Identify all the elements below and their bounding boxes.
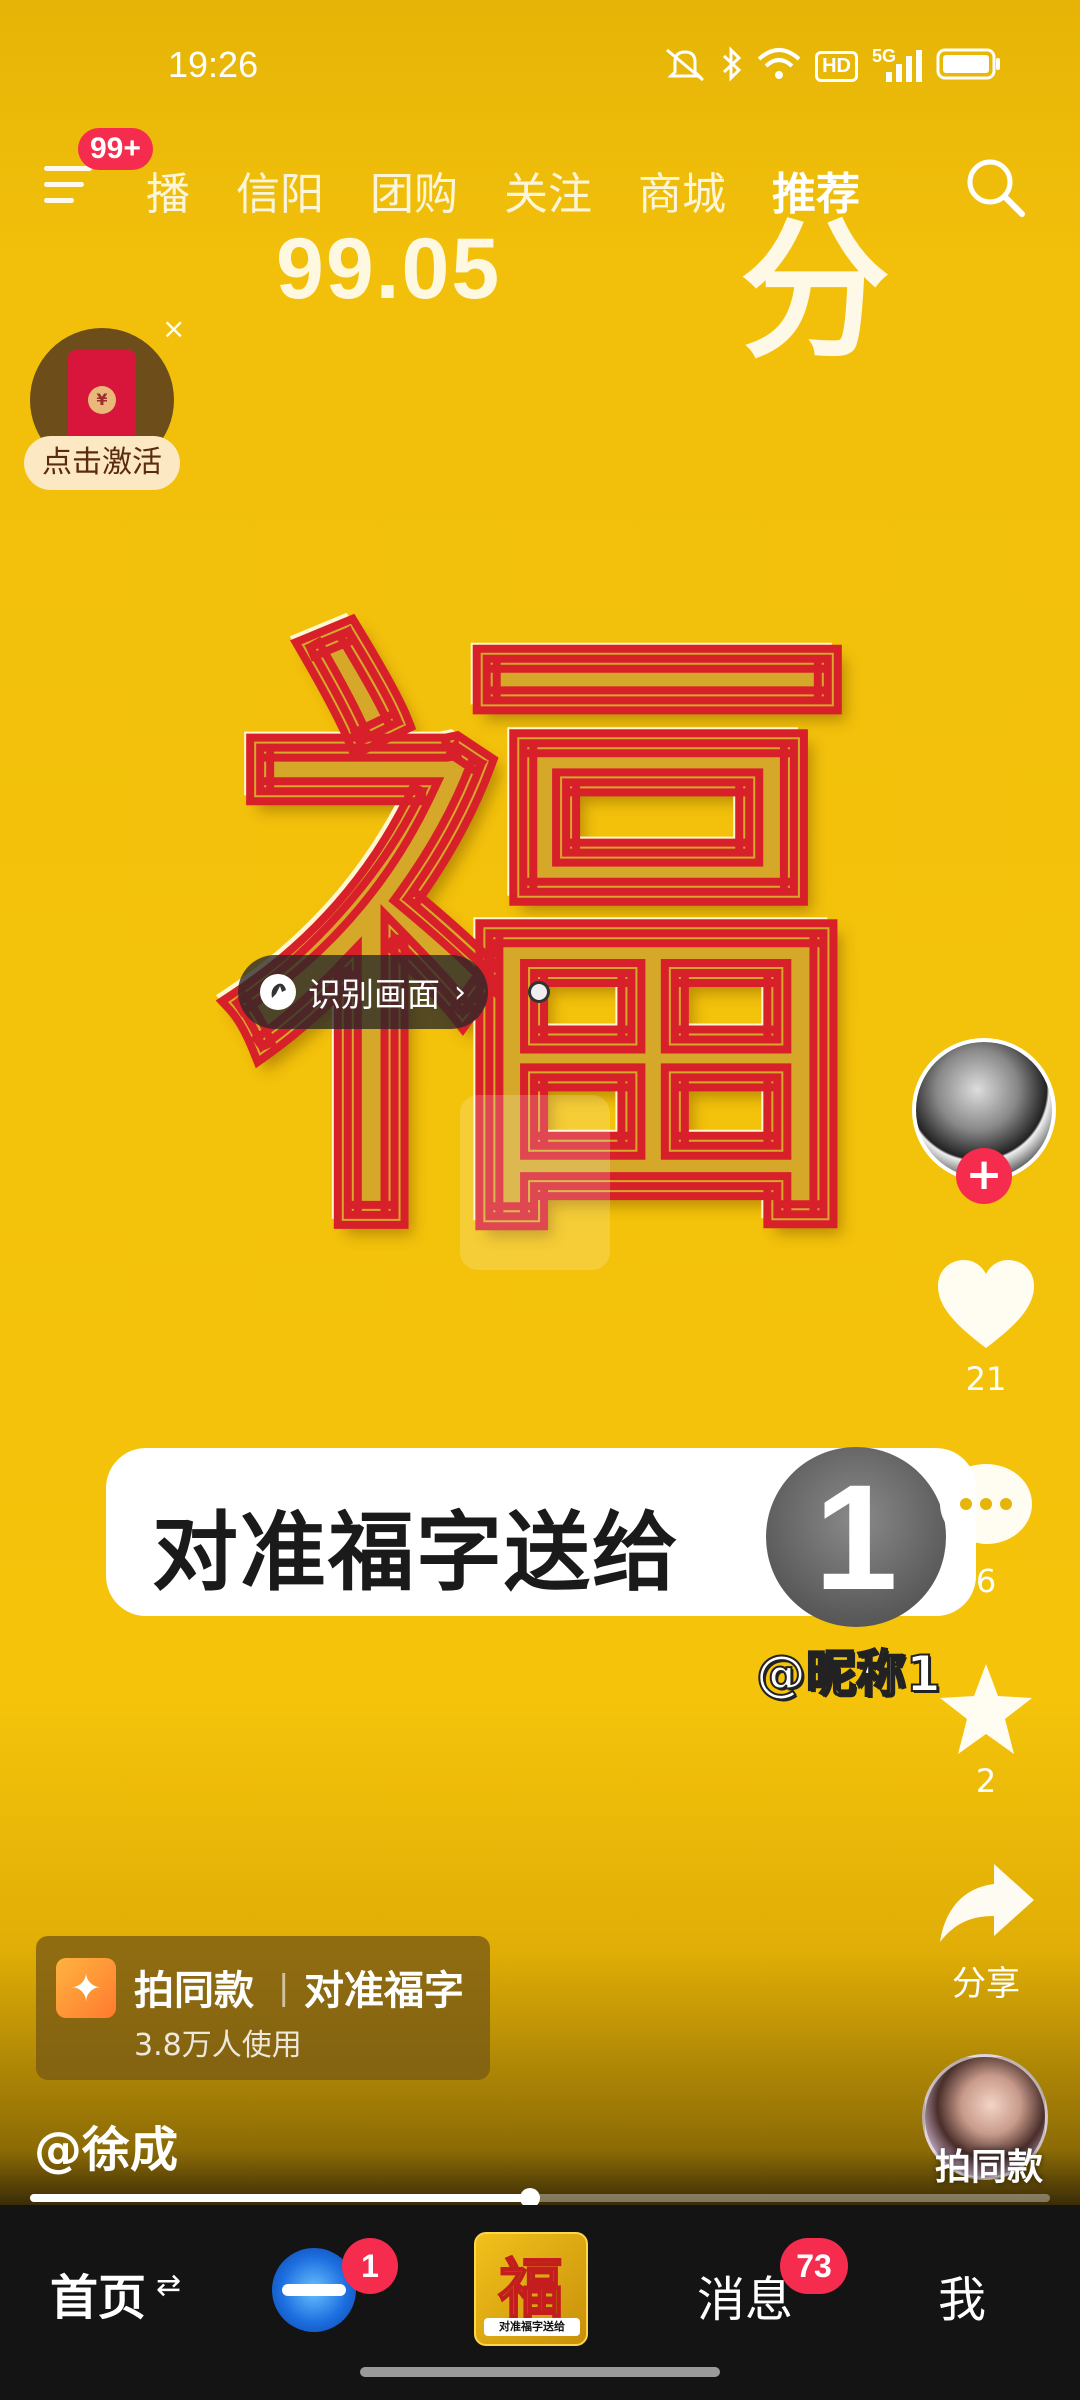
coin-icon: ¥ (88, 386, 116, 414)
favorite-count: 2 (975, 1762, 997, 1800)
remix-card[interactable]: ✦ 拍同款 | 对准福字 3.8万人使用 (36, 1936, 490, 2080)
remix-template-name: 对准福字 (304, 1968, 464, 2014)
top-tabs: 播 信阳 团购 关注 商城 推荐 (146, 158, 906, 222)
nav-create-button[interactable]: 福 对准福字送给 (474, 2232, 588, 2346)
friends-badge: 1 (342, 2238, 398, 2294)
hd-icon: HD (815, 50, 858, 82)
comment-count: 6 (975, 1562, 997, 1600)
identify-anchor-dot (528, 981, 550, 1003)
tab-recommend[interactable]: 推荐 (772, 158, 860, 222)
progress-fill (30, 2194, 530, 2202)
nav-home[interactable]: 首页 (50, 2258, 146, 2328)
remix-user-count: 3.8万人使用 (134, 2028, 302, 2063)
status-bar: 19:26 HD 5G (0, 0, 1080, 130)
tab-following[interactable]: 关注 (504, 158, 592, 222)
nav-center-caption: 对准福字送给 (484, 2318, 580, 2336)
red-envelope-icon: ¥ (68, 350, 136, 446)
follow-button[interactable]: + (956, 1148, 1012, 1204)
tab-group-buy[interactable]: 团购 (370, 158, 458, 222)
nav-center-fu: 福 (498, 2252, 564, 2328)
same-style-label[interactable]: 拍同款 (904, 2138, 1074, 2190)
home-indicator[interactable] (360, 2367, 720, 2377)
chevron-right-icon: › (454, 974, 466, 1010)
remix-title: 拍同款 (134, 1968, 254, 2014)
tab-live[interactable]: 播 (146, 158, 190, 222)
share-arrow-icon[interactable] (934, 1856, 1038, 1956)
status-icons: HD 5G (663, 46, 1002, 86)
menu-icon[interactable] (44, 166, 92, 206)
mute-icon (663, 46, 707, 86)
5g-signal-icon: 5G (872, 46, 922, 84)
search-icon[interactable] (962, 154, 1028, 220)
placeholder-avatar: 1 (766, 1447, 946, 1627)
video-score-text: 99.05 (276, 221, 502, 317)
menu-badge: 99+ (78, 128, 153, 170)
author-name[interactable]: @徐成 (34, 2110, 178, 2180)
identify-scene-button[interactable]: 识别画面 › (238, 955, 488, 1029)
share-label: 分享 (952, 1964, 1020, 2004)
close-icon[interactable]: × (162, 312, 185, 345)
nickname-tag: @昵称1 (755, 1644, 942, 1704)
swap-icon[interactable]: ⇄ (156, 2268, 181, 2303)
nav-me[interactable]: 我 (938, 2260, 986, 2330)
nav-messages[interactable]: 消息 (697, 2260, 793, 2330)
tab-local[interactable]: 信阳 (236, 158, 324, 222)
identify-label: 识别画面 (308, 975, 440, 1014)
comment-icon[interactable] (934, 1458, 1038, 1558)
remix-separator: | (278, 1968, 290, 2008)
wifi-icon (757, 47, 801, 85)
video-progress-bar[interactable] (30, 2188, 1050, 2208)
tab-mall[interactable]: 商城 (638, 158, 726, 222)
like-count: 21 (965, 1360, 1007, 1398)
clock: 19:26 (168, 44, 259, 85)
messages-badge: 73 (780, 2238, 848, 2294)
sparkle-icon: ✦ (56, 1958, 116, 2018)
hand-tap-icon (258, 972, 298, 1012)
battery-icon (936, 48, 1002, 84)
activate-button[interactable]: 点击激活 (24, 436, 180, 490)
favorite-star-icon[interactable] (934, 1660, 1038, 1760)
caption-text: 对准福字送给 (152, 1503, 680, 1603)
play-icon (460, 1095, 610, 1270)
bluetooth-icon (721, 46, 743, 86)
like-heart-icon[interactable] (934, 1256, 1038, 1356)
